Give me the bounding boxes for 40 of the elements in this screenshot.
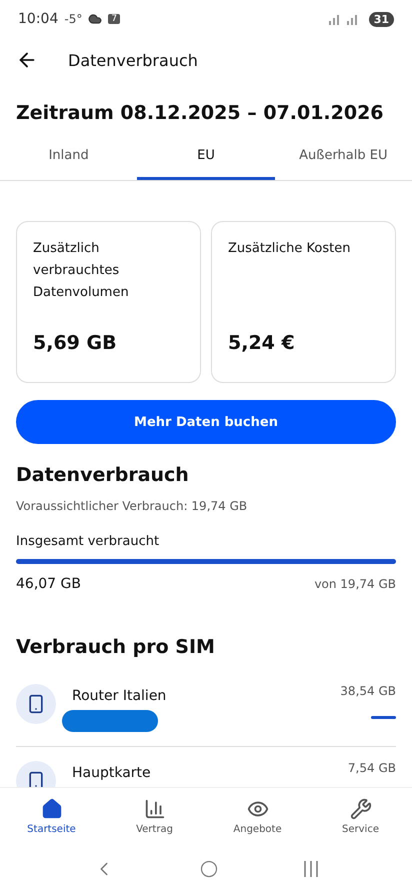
nav-item[interactable]: Startseite <box>0 788 103 845</box>
sim-amount: 38,54 GB <box>340 684 396 698</box>
section-heading: Datenverbrauch <box>15 463 190 486</box>
book-data-button[interactable]: Mehr Daten buchen <box>16 400 396 444</box>
card-value: 5,69 GB <box>33 332 118 354</box>
battery-level: 31 <box>368 12 394 26</box>
calendar-icon: 7 <box>108 14 120 24</box>
nav-label: Vertrag <box>136 824 173 835</box>
cloud-icon <box>88 12 102 26</box>
card-label: Zusätzliche Kosten <box>228 240 352 258</box>
nav-item[interactable]: Vertrag <box>103 788 206 845</box>
temperature: -5° <box>64 12 82 26</box>
total-label: Insgesamt verbraucht <box>15 533 160 549</box>
nav-label: Service <box>342 824 379 835</box>
home-icon <box>40 798 62 820</box>
home-nav-icon[interactable] <box>200 860 218 878</box>
sim-amount: 7,54 GB <box>348 761 396 775</box>
sim-row[interactable]: Router Italien 38,54 GB <box>16 670 396 747</box>
card-label: Zusätzlich verbrauchtes Datenvolumen <box>33 240 130 302</box>
card-value: 5,24 € <box>228 332 296 354</box>
nav-item[interactable]: Service <box>309 788 412 845</box>
tab[interactable]: Außerhalb EU <box>274 134 412 180</box>
nav-item[interactable]: Angebote <box>206 788 309 845</box>
sim-name: Hauptkarte <box>72 765 152 781</box>
limit-amount: von 19,74 GB <box>314 577 396 591</box>
nav-label: Angebote <box>233 824 282 835</box>
tab[interactable]: EU <box>137 134 275 180</box>
section-heading: Verbrauch pro SIM <box>15 635 216 658</box>
recents-icon[interactable] <box>303 860 320 878</box>
page-title: Datenverbrauch <box>68 50 198 70</box>
tab[interactable]: Inland <box>0 134 138 180</box>
status-time: 10:04 <box>18 11 58 27</box>
period-heading: Zeitraum 08.12.2025 – 07.01.2026 <box>15 101 385 124</box>
wrench-icon <box>350 798 372 820</box>
sim-usage-bar <box>371 716 396 719</box>
forecast-text: Voraussichtlicher Verbrauch: 19,74 GB <box>15 498 248 513</box>
bar-chart-icon <box>144 798 166 820</box>
used-amount: 46,07 GB <box>16 576 81 592</box>
nav-label: Startseite <box>27 824 76 835</box>
sim-name: Router Italien <box>72 688 168 704</box>
